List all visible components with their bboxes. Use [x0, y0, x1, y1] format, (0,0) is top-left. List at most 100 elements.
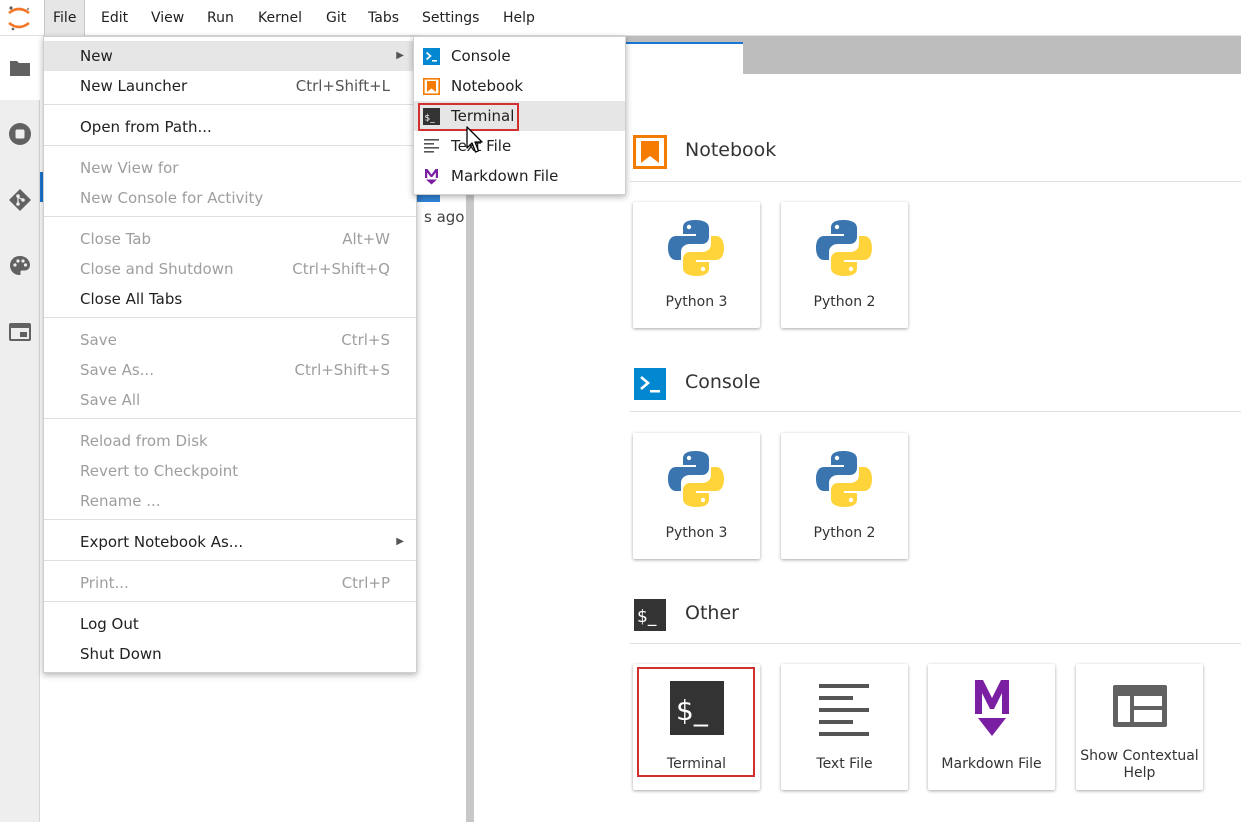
menu-item-new-console-for-activity: New Console for Activity: [44, 183, 416, 213]
section-divider: [630, 411, 1241, 412]
contextual-help-icon: [1113, 685, 1167, 727]
menu-item-label: Shut Down: [80, 645, 162, 663]
card-label: Python 2: [813, 294, 876, 310]
submenu-item-notebook[interactable]: Notebook: [414, 71, 625, 101]
menu-item-label: New Launcher: [80, 77, 188, 95]
menu-separator: [44, 216, 416, 217]
notebook-python2-card[interactable]: Python 2: [781, 202, 908, 328]
markdown-file-card[interactable]: Markdown File: [928, 664, 1055, 790]
submenu-item-console[interactable]: Console: [414, 41, 625, 71]
menu-item-label: Log Out: [80, 615, 139, 633]
menu-tabs[interactable]: Tabs: [360, 0, 407, 36]
notebook-section-icon: [633, 135, 667, 169]
python-logo-icon: [668, 451, 724, 507]
menu-item-open-from-path[interactable]: Open from Path...: [44, 112, 416, 142]
contextual-help-card[interactable]: Show Contextual Help: [1076, 664, 1203, 790]
menu-item-save-all: Save All: [44, 385, 416, 415]
card-label: Python 2: [813, 525, 876, 541]
card-label: Show Contextual Help: [1076, 748, 1203, 782]
menu-bar: File Edit View Run Kernel Git Tabs Setti…: [0, 0, 1241, 36]
notebook-python3-card[interactable]: Python 3: [633, 202, 760, 328]
text-file-card[interactable]: Text File: [781, 664, 908, 790]
menu-git[interactable]: Git: [318, 0, 354, 36]
python-logo-icon: [668, 220, 724, 276]
menu-settings[interactable]: Settings: [414, 0, 487, 36]
submenu-arrow-icon: ▶: [396, 536, 404, 547]
menu-item-close-and-shutdown: Close and Shutdown Ctrl+Shift+Q: [44, 254, 416, 284]
jupyter-logo-icon[interactable]: [4, 4, 34, 32]
menu-kernel[interactable]: Kernel: [250, 0, 310, 36]
menu-item-shortcut: Ctrl+Shift+Q: [292, 260, 390, 278]
menu-item-label: Print...: [80, 574, 129, 592]
mouse-cursor-icon: [466, 126, 483, 153]
menu-item-shortcut: Ctrl+S: [341, 331, 390, 349]
menu-item-label: New Console for Activity: [80, 189, 264, 207]
python-logo-icon: [816, 220, 872, 276]
menu-separator: [44, 418, 416, 419]
menu-item-shortcut: Ctrl+Shift+L: [295, 77, 390, 95]
submenu-item-label: Console: [451, 47, 511, 65]
section-divider: [630, 181, 1241, 182]
menu-item-label: Revert to Checkpoint: [80, 462, 239, 480]
menu-item-label: Reload from Disk: [80, 432, 208, 450]
palette-icon[interactable]: [8, 254, 32, 278]
menu-item-save-as: Save As... Ctrl+Shift+S: [44, 355, 416, 385]
new-submenu: Console Notebook $_ Terminal Text File M…: [413, 36, 626, 195]
menu-separator: [44, 601, 416, 602]
menu-item-label: Save As...: [80, 361, 154, 379]
console-icon: [423, 48, 440, 65]
menu-separator: [44, 104, 416, 105]
submenu-item-label: Markdown File: [451, 167, 559, 185]
menu-item-save: Save Ctrl+S: [44, 325, 416, 355]
menu-view[interactable]: View: [143, 0, 192, 36]
menu-item-new-launcher[interactable]: New Launcher Ctrl+Shift+L: [44, 71, 416, 101]
menu-item-shut-down[interactable]: Shut Down: [44, 639, 416, 669]
menu-help[interactable]: Help: [495, 0, 543, 36]
folder-icon[interactable]: [8, 56, 32, 80]
menu-separator: [44, 317, 416, 318]
menu-separator: [44, 560, 416, 561]
console-python3-card[interactable]: Python 3: [633, 433, 760, 559]
submenu-arrow-icon: ▶: [396, 50, 404, 61]
submenu-item-markdown-file[interactable]: Markdown File: [414, 161, 625, 191]
menu-item-new[interactable]: New ▶: [44, 41, 416, 71]
menu-item-shortcut: Ctrl+Shift+S: [294, 361, 390, 379]
menu-item-label: Open from Path...: [80, 118, 212, 136]
menu-item-close-all-tabs[interactable]: Close All Tabs: [44, 284, 416, 314]
menu-item-new-view-for: New View for: [44, 153, 416, 183]
card-label-line2: Help: [1123, 765, 1156, 781]
card-label: Markdown File: [941, 756, 1042, 772]
menu-separator: [44, 145, 416, 146]
menu-file[interactable]: File: [44, 0, 86, 36]
submenu-item-terminal[interactable]: $_ Terminal: [414, 101, 625, 131]
python-logo-icon: [816, 451, 872, 507]
menu-item-label: Close and Shutdown: [80, 260, 234, 278]
menu-item-log-out[interactable]: Log Out: [44, 609, 416, 639]
menu-run[interactable]: Run: [199, 0, 242, 36]
notebook-icon: [423, 78, 440, 95]
file-modified-time: s ago: [424, 208, 465, 226]
terminal-icon: $_: [670, 681, 724, 735]
console-section-title: Console: [685, 371, 761, 393]
notebook-section-title: Notebook: [685, 139, 777, 161]
left-activity-bar: [0, 36, 40, 822]
git-icon[interactable]: [8, 188, 32, 212]
markdown-icon: [425, 169, 438, 185]
menu-item-export-notebook-as[interactable]: Export Notebook As... ▶: [44, 527, 416, 557]
svg-text:$_: $_: [637, 607, 657, 627]
submenu-item-text-file[interactable]: Text File: [414, 131, 625, 161]
submenu-item-label: Notebook: [451, 77, 524, 95]
menu-item-label: Save All: [80, 391, 141, 409]
card-label: Text File: [816, 756, 873, 772]
tabs-icon[interactable]: [8, 320, 32, 344]
running-icon[interactable]: [8, 122, 32, 146]
menu-item-shortcut: Alt+W: [342, 230, 390, 248]
file-menu-dropdown: New ▶ New Launcher Ctrl+Shift+L Open fro…: [43, 36, 417, 673]
menu-edit[interactable]: Edit: [93, 0, 136, 36]
card-label: Terminal: [666, 756, 727, 772]
terminal-card[interactable]: $_ Terminal: [633, 664, 760, 790]
console-python2-card[interactable]: Python 2: [781, 433, 908, 559]
menu-item-label: New View for: [80, 159, 179, 177]
menu-item-label: Save: [80, 331, 117, 349]
menu-item-label: Rename ...: [80, 492, 161, 510]
